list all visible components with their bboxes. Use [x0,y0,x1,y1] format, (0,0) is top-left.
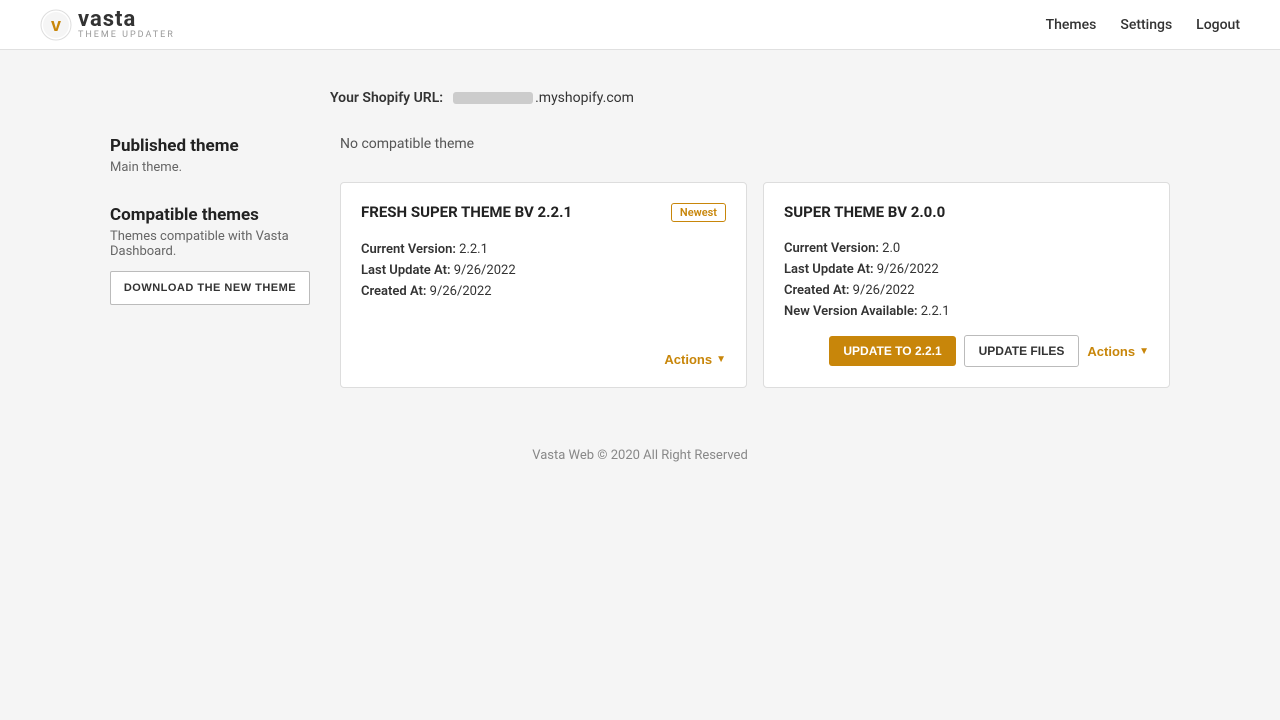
fresh-last-update-row: Last Update At: 9/26/2022 [361,263,726,278]
nav-logout[interactable]: Logout [1196,17,1240,33]
header: v vasta THEME UPDATER Themes Settings Lo… [0,0,1280,50]
super-created-label: Created At: [784,283,849,298]
fresh-last-update-label: Last Update At: [361,263,451,278]
download-new-theme-button[interactable]: DOWNLOAD THE NEW THEME [110,271,310,305]
main-nav: Themes Settings Logout [1046,17,1240,33]
super-actions-button[interactable]: Actions ▼ [1087,344,1149,359]
logo-text: vasta THEME UPDATER [78,9,175,40]
super-created-value: 9/26/2022 [853,283,915,298]
compatible-themes-title: Compatible themes [110,205,310,225]
super-new-version-label: New Version Available: [784,304,918,319]
published-theme-section: Published theme Main theme. [110,136,310,175]
shopify-url-row: Your Shopify URL: .myshopify.com [330,90,1170,106]
super-actions-label: Actions [1087,344,1135,359]
super-new-version-row: New Version Available: 2.2.1 [784,304,1149,319]
super-last-update-label: Last Update At: [784,262,874,277]
super-last-update-value: 9/26/2022 [877,262,939,277]
shopify-url-label: Your Shopify URL: [330,90,443,106]
super-card-info: Current Version: 2.0 Last Update At: 9/2… [784,241,1149,319]
fresh-actions-label: Actions [664,352,712,367]
logo: v vasta THEME UPDATER [40,9,175,41]
logo-vasta-label: vasta [78,9,175,31]
vasta-logo-icon: v [40,9,72,41]
theme-cards-row: FRESH SUPER THEME BV 2.2.1 Newest Curren… [340,182,1170,388]
published-theme-title: Published theme [110,136,310,156]
footer-text: Vasta Web © 2020 All Right Reserved [532,448,748,463]
footer: Vasta Web © 2020 All Right Reserved [110,448,1170,463]
themes-grid: No compatible theme FRESH SUPER THEME BV… [340,136,1170,388]
fresh-theme-title: FRESH SUPER THEME BV 2.2.1 [361,203,572,221]
super-current-version-row: Current Version: 2.0 [784,241,1149,256]
fresh-created-value: 9/26/2022 [430,284,492,299]
no-compatible-text: No compatible theme [340,136,1170,152]
card-header-super: SUPER THEME BV 2.0.0 [784,203,1149,221]
fresh-card-footer: Actions ▼ [361,352,726,367]
card-header-fresh: FRESH SUPER THEME BV 2.2.1 Newest [361,203,726,222]
super-current-version-value: 2.0 [882,241,900,256]
super-new-version-value: 2.2.1 [921,304,950,319]
sidebar: Published theme Main theme. Compatible t… [110,136,310,388]
content-layout: Published theme Main theme. Compatible t… [110,136,1170,388]
fresh-created-label: Created At: [361,284,426,299]
theme-card-super: SUPER THEME BV 2.0.0 Current Version: 2.… [763,182,1170,388]
fresh-current-version-value: 2.2.1 [459,242,488,257]
compatible-themes-desc: Themes compatible with Vasta Dashboard. [110,229,310,259]
main-content: Your Shopify URL: .myshopify.com Publish… [90,50,1190,503]
logo-sub-label: THEME UPDATER [78,31,175,40]
super-theme-title: SUPER THEME BV 2.0.0 [784,203,945,221]
fresh-last-update-value: 9/26/2022 [454,263,516,278]
published-theme-desc: Main theme. [110,160,310,175]
theme-card-fresh: FRESH SUPER THEME BV 2.2.1 Newest Curren… [340,182,747,388]
shopify-url-value: .myshopify.com [453,90,634,106]
svg-text:v: v [51,15,61,35]
fresh-card-info: Current Version: 2.2.1 Last Update At: 9… [361,242,726,299]
update-to-221-button[interactable]: UPDATE TO 2.2.1 [829,336,955,366]
super-current-version-label: Current Version: [784,241,879,256]
fresh-created-row: Created At: 9/26/2022 [361,284,726,299]
shopify-url-blur [453,92,533,104]
fresh-current-version-row: Current Version: 2.2.1 [361,242,726,257]
nav-settings[interactable]: Settings [1120,17,1172,33]
nav-themes[interactable]: Themes [1046,17,1097,33]
fresh-current-version-label: Current Version: [361,242,456,257]
super-card-footer: UPDATE TO 2.2.1 UPDATE FILES Actions ▼ [784,335,1149,367]
newest-badge: Newest [671,203,726,222]
super-created-row: Created At: 9/26/2022 [784,283,1149,298]
fresh-actions-caret-icon: ▼ [716,354,726,365]
update-files-button[interactable]: UPDATE FILES [964,335,1080,367]
compatible-themes-section: Compatible themes Themes compatible with… [110,205,310,305]
super-last-update-row: Last Update At: 9/26/2022 [784,262,1149,277]
fresh-actions-button[interactable]: Actions ▼ [664,352,726,367]
super-actions-caret-icon: ▼ [1139,346,1149,357]
